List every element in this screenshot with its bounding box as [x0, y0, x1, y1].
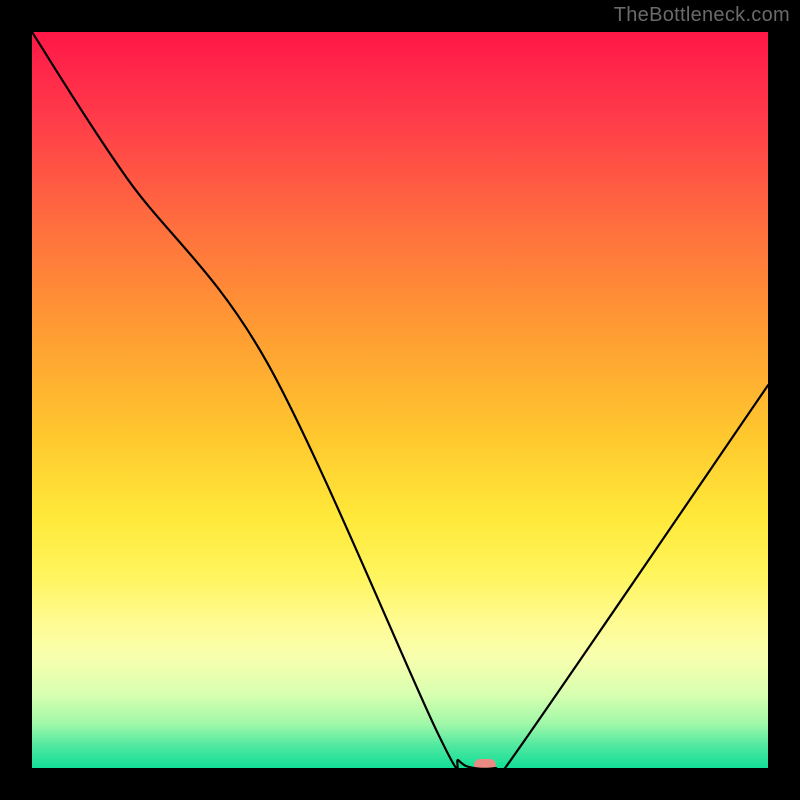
- watermark-text: TheBottleneck.com: [614, 4, 790, 27]
- curve-path: [32, 32, 768, 768]
- bottleneck-curve: [32, 32, 768, 768]
- plot-area: [32, 32, 768, 768]
- chart-frame: TheBottleneck.com: [0, 0, 800, 800]
